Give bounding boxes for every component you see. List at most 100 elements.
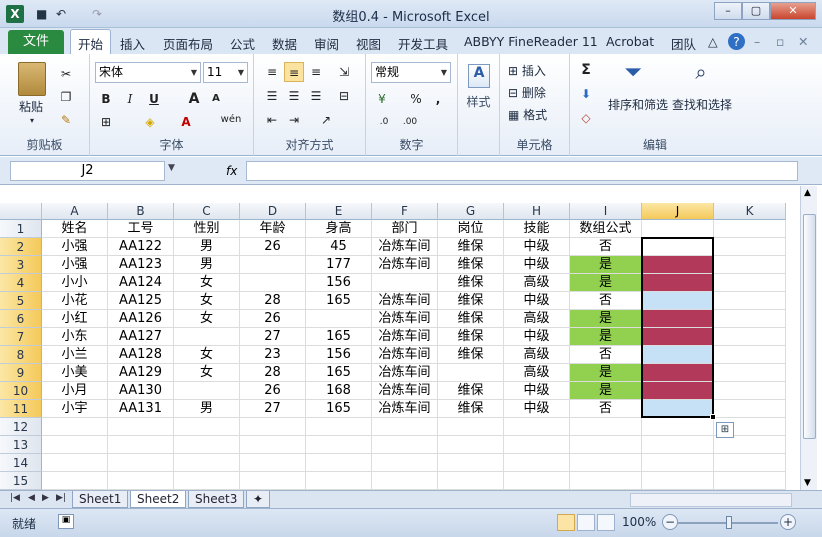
cell-e10[interactable]: 168 <box>306 382 372 400</box>
restore-button[interactable]: ▢ <box>742 2 770 20</box>
cell-d14[interactable] <box>240 454 306 472</box>
vertical-scrollbar[interactable]: ▲ ▼ <box>800 186 817 492</box>
cell-b9[interactable]: AA129 <box>108 364 174 382</box>
tab-view[interactable]: 视图 <box>356 34 381 53</box>
column-header-k[interactable]: K <box>714 203 786 220</box>
cell-j15[interactable] <box>642 472 714 490</box>
cell-f6[interactable]: 冶炼车间 <box>372 310 438 328</box>
cell-e14[interactable] <box>306 454 372 472</box>
cell-h7[interactable]: 中级 <box>504 328 570 346</box>
cell-a9[interactable]: 小美 <box>42 364 108 382</box>
cell-a5[interactable]: 小花 <box>42 292 108 310</box>
cell-k13[interactable] <box>714 436 786 454</box>
number-format-select[interactable]: 常规 ▼ <box>371 62 451 83</box>
cell-d9[interactable]: 28 <box>240 364 306 382</box>
sheet-tab-sheet3[interactable]: Sheet3 <box>188 491 245 508</box>
zoom-level[interactable]: 100% <box>622 515 656 529</box>
cell-g4[interactable]: 维保 <box>438 274 504 292</box>
horizontal-scrollbar[interactable] <box>630 493 792 507</box>
cell-j14[interactable] <box>642 454 714 472</box>
tab-developer[interactable]: 开发工具 <box>398 34 448 53</box>
cell-d13[interactable] <box>240 436 306 454</box>
row-header-10[interactable]: 10 <box>0 382 42 400</box>
cell-a1[interactable]: 姓名 <box>42 220 108 238</box>
cell-h3[interactable]: 中级 <box>504 256 570 274</box>
cell-a7[interactable]: 小东 <box>42 328 108 346</box>
workbook-close-icon[interactable]: ✕ <box>798 34 808 49</box>
cell-i1[interactable]: 数组公式 <box>570 220 642 238</box>
cell-h1[interactable]: 技能 <box>504 220 570 238</box>
cell-f11[interactable]: 冶炼车间 <box>372 400 438 418</box>
cell-e13[interactable] <box>306 436 372 454</box>
macro-record-icon[interactable]: ▣ <box>58 514 74 529</box>
column-header-h[interactable]: H <box>504 203 570 220</box>
cell-c4[interactable]: 女 <box>174 274 240 292</box>
cell-g11[interactable]: 维保 <box>438 400 504 418</box>
find-icon[interactable]: ⌕ <box>686 60 716 90</box>
orientation-icon[interactable]: ↗ <box>316 110 336 130</box>
copy-icon[interactable]: ❐ <box>56 87 76 107</box>
cell-c6[interactable]: 女 <box>174 310 240 328</box>
percent-button[interactable]: % <box>406 89 426 109</box>
tab-home[interactable]: 开始 <box>70 29 112 54</box>
cell-e8[interactable]: 156 <box>306 346 372 364</box>
align-right-icon[interactable]: ☰ <box>306 86 326 106</box>
paste-button[interactable]: 粘贴 <box>19 98 43 115</box>
find-select-button[interactable]: 查找和选择 <box>672 96 732 113</box>
column-header-c[interactable]: C <box>174 203 240 220</box>
cell-e2[interactable]: 45 <box>306 238 372 256</box>
font-color-icon[interactable]: A <box>176 112 196 132</box>
cell-k8[interactable] <box>714 346 786 364</box>
fill-color-icon[interactable]: ◈ <box>140 112 160 132</box>
align-center-icon[interactable]: ☰ <box>284 86 304 106</box>
cell-b12[interactable] <box>108 418 174 436</box>
new-sheet-icon[interactable]: ✦ <box>246 491 271 508</box>
cell-h14[interactable] <box>504 454 570 472</box>
last-sheet-icon[interactable]: ▶| <box>56 493 66 503</box>
cell-g5[interactable]: 维保 <box>438 292 504 310</box>
cell-e12[interactable] <box>306 418 372 436</box>
page-layout-view-icon[interactable] <box>577 514 595 531</box>
cell-i2[interactable]: 否 <box>570 238 642 256</box>
paste-options-icon[interactable]: ⊞ <box>716 422 734 438</box>
cell-d12[interactable] <box>240 418 306 436</box>
tab-review[interactable]: 审阅 <box>314 34 339 53</box>
cell-k3[interactable] <box>714 256 786 274</box>
row-header-1[interactable]: 1 <box>0 220 42 238</box>
cell-i8[interactable]: 否 <box>570 346 642 364</box>
cell-d7[interactable]: 27 <box>240 328 306 346</box>
row-header-9[interactable]: 9 <box>0 364 42 382</box>
cell-a2[interactable]: 小强 <box>42 238 108 256</box>
cell-b2[interactable]: AA122 <box>108 238 174 256</box>
cell-b5[interactable]: AA125 <box>108 292 174 310</box>
cell-i13[interactable] <box>570 436 642 454</box>
cell-e7[interactable]: 165 <box>306 328 372 346</box>
column-header-a[interactable]: A <box>42 203 108 220</box>
zoom-out-icon[interactable]: − <box>662 514 678 530</box>
workbook-restore-icon[interactable]: ▫ <box>776 34 784 49</box>
sort-filter-icon[interactable]: ⏷ <box>618 60 648 90</box>
cell-c13[interactable] <box>174 436 240 454</box>
cell-i11[interactable]: 否 <box>570 400 642 418</box>
sheet-tab-sheet2[interactable]: Sheet2 <box>130 491 187 508</box>
cell-j4[interactable] <box>642 274 714 292</box>
cell-g6[interactable]: 维保 <box>438 310 504 328</box>
tab-team[interactable]: 团队 <box>671 34 696 53</box>
formula-input[interactable] <box>246 161 798 181</box>
first-sheet-icon[interactable]: |◀ <box>10 493 20 503</box>
cell-c1[interactable]: 性别 <box>174 220 240 238</box>
cell-g7[interactable]: 维保 <box>438 328 504 346</box>
cell-h4[interactable]: 高级 <box>504 274 570 292</box>
tab-insert[interactable]: 插入 <box>120 34 145 53</box>
row-header-5[interactable]: 5 <box>0 292 42 310</box>
cell-f1[interactable]: 部门 <box>372 220 438 238</box>
cell-g2[interactable]: 维保 <box>438 238 504 256</box>
cell-c8[interactable]: 女 <box>174 346 240 364</box>
cell-f4[interactable] <box>372 274 438 292</box>
cell-i14[interactable] <box>570 454 642 472</box>
cell-b3[interactable]: AA123 <box>108 256 174 274</box>
cell-e9[interactable]: 165 <box>306 364 372 382</box>
cell-g12[interactable] <box>438 418 504 436</box>
tab-formulas[interactable]: 公式 <box>230 34 255 53</box>
row-header-15[interactable]: 15 <box>0 472 42 490</box>
